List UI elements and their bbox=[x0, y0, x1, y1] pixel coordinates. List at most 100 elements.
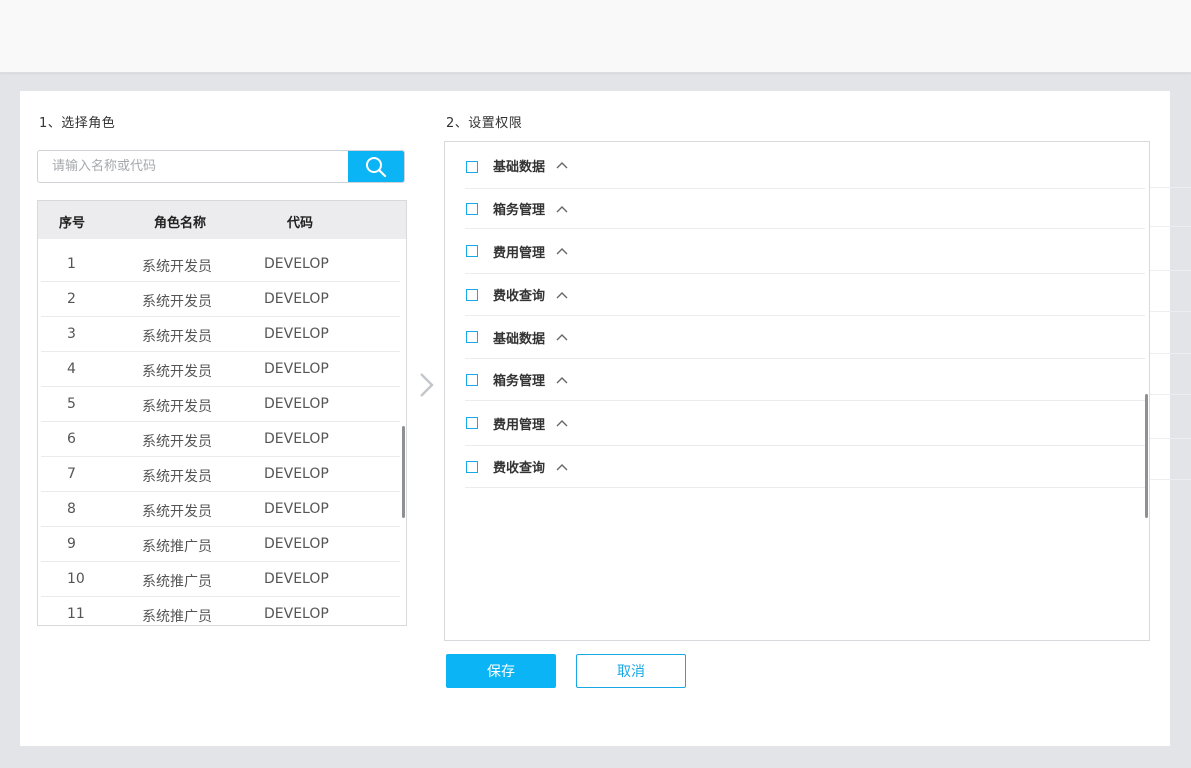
cancel-button[interactable]: 取消 bbox=[576, 654, 686, 688]
role-permission-card: 1、选择角色 序号 角色名称 代码 1 系统开发员 DEVELOP 2 系统开发员 DEV… bbox=[20, 91, 1170, 746]
header-role-name: 角色名称 bbox=[154, 216, 207, 231]
chevron-up-icon[interactable] bbox=[555, 332, 569, 342]
row-code: DEVELOP bbox=[264, 396, 329, 412]
row-code: DEVELOP bbox=[264, 466, 329, 482]
row-role-name: 系统推广员 bbox=[142, 574, 212, 590]
permission-label: 费用管理 bbox=[493, 245, 546, 261]
chevron-up-icon[interactable] bbox=[555, 418, 569, 428]
row-no: 5 bbox=[67, 396, 76, 412]
checkbox-icon[interactable] bbox=[466, 288, 478, 301]
row-divider-extension bbox=[1150, 353, 1191, 354]
table-row[interactable]: 4 系统开发员 DEVELOP bbox=[41, 352, 400, 387]
permission-item: 箱务管理 bbox=[465, 359, 1145, 401]
permission-item: 基础数据 bbox=[465, 316, 1145, 359]
row-divider-extension bbox=[1150, 479, 1191, 480]
row-code: DEVELOP bbox=[264, 536, 329, 552]
row-no: 2 bbox=[67, 291, 76, 307]
permission-label: 箱务管理 bbox=[493, 374, 546, 389]
row-code: DEVELOP bbox=[264, 606, 329, 622]
row-code: DEVELOP bbox=[264, 361, 329, 377]
permission-list: 基础数据 箱务管理 费用管理 费收查询 基础数据 箱务管理 费用管理 费收查询 bbox=[465, 142, 1145, 488]
table-row[interactable]: 9 系统推广员 DEVELOP bbox=[41, 527, 400, 562]
checkbox-icon[interactable] bbox=[466, 202, 478, 215]
row-role-name: 系统开发员 bbox=[142, 469, 212, 485]
row-divider-extension bbox=[1150, 187, 1191, 188]
row-divider-extension bbox=[1150, 226, 1191, 227]
table-row[interactable]: 11 系统推广员 DEVELOP bbox=[41, 597, 400, 625]
row-code: DEVELOP bbox=[264, 571, 329, 587]
row-no: 11 bbox=[67, 606, 85, 622]
permission-label: 费收查询 bbox=[493, 289, 546, 304]
checkbox-icon[interactable] bbox=[466, 417, 478, 429]
permission-item: 箱务管理 bbox=[465, 189, 1145, 229]
table-row[interactable]: 10 系统推广员 DEVELOP bbox=[41, 562, 400, 597]
permission-item: 费收查询 bbox=[465, 274, 1145, 316]
chevron-up-icon[interactable] bbox=[555, 462, 569, 472]
row-divider-extension bbox=[1150, 270, 1191, 271]
checkbox-icon[interactable] bbox=[466, 373, 478, 386]
row-no: 8 bbox=[67, 501, 76, 517]
chevron-right-icon[interactable] bbox=[417, 371, 437, 399]
select-role-title: 1、选择角色 bbox=[39, 116, 116, 131]
top-header-bar bbox=[0, 0, 1191, 73]
permission-panel: 基础数据 箱务管理 费用管理 费收查询 基础数据 箱务管理 费用管理 费收查询 bbox=[444, 141, 1150, 641]
row-role-name: 系统开发员 bbox=[142, 399, 212, 415]
permission-item: 费用管理 bbox=[465, 401, 1145, 446]
checkbox-icon[interactable] bbox=[466, 460, 478, 473]
row-code: DEVELOP bbox=[264, 431, 329, 447]
row-role-name: 系统开发员 bbox=[142, 364, 212, 380]
row-no: 1 bbox=[67, 256, 76, 272]
checkbox-icon[interactable] bbox=[466, 161, 478, 173]
chevron-up-icon[interactable] bbox=[555, 204, 569, 214]
table-row[interactable]: 2 系统开发员 DEVELOP bbox=[41, 282, 400, 317]
search-button[interactable] bbox=[348, 151, 404, 182]
permission-scrollbar[interactable] bbox=[1145, 394, 1148, 518]
save-button[interactable]: 保存 bbox=[446, 654, 556, 688]
table-row[interactable]: 3 系统开发员 DEVELOP bbox=[41, 317, 400, 352]
row-role-name: 系统开发员 bbox=[142, 434, 212, 450]
row-divider-extension bbox=[1150, 394, 1191, 395]
role-search-input[interactable] bbox=[38, 151, 350, 182]
chevron-up-icon[interactable] bbox=[555, 246, 569, 256]
row-role-name: 系统开发员 bbox=[142, 329, 212, 345]
permission-label: 基础数据 bbox=[493, 159, 546, 175]
row-no: 7 bbox=[67, 466, 76, 482]
table-row[interactable]: 6 系统开发员 DEVELOP bbox=[41, 422, 400, 457]
chevron-up-icon[interactable] bbox=[555, 290, 569, 300]
role-table-body: 1 系统开发员 DEVELOP 2 系统开发员 DEVELOP 3 系统开发员 DEVELOP 4… bbox=[38, 239, 406, 625]
permission-item: 费收查询 bbox=[465, 446, 1145, 488]
permission-label: 费用管理 bbox=[493, 417, 546, 433]
row-role-name: 系统推广员 bbox=[142, 609, 212, 625]
row-role-name: 系统开发员 bbox=[142, 294, 212, 310]
row-no: 3 bbox=[67, 326, 76, 342]
permission-label: 基础数据 bbox=[493, 331, 546, 347]
chevron-up-icon[interactable] bbox=[555, 375, 569, 385]
table-row[interactable]: 8 系统开发员 DEVELOP bbox=[41, 492, 400, 527]
set-permission-title: 2、设置权限 bbox=[446, 116, 523, 131]
checkbox-icon[interactable] bbox=[466, 331, 478, 343]
checkbox-icon[interactable] bbox=[466, 245, 478, 257]
role-table-scrollbar[interactable] bbox=[402, 426, 405, 518]
role-table: 序号 角色名称 代码 1 系统开发员 DEVELOP 2 系统开发员 DEVELOP 3 系统… bbox=[37, 200, 407, 626]
row-code: DEVELOP bbox=[264, 326, 329, 342]
row-no: 4 bbox=[67, 361, 76, 377]
table-row[interactable]: 7 系统开发员 DEVELOP bbox=[41, 457, 400, 492]
row-role-name: 系统推广员 bbox=[142, 539, 212, 555]
permission-label: 费收查询 bbox=[493, 461, 546, 476]
row-no: 6 bbox=[67, 431, 76, 447]
table-row[interactable]: 1 系统开发员 DEVELOP bbox=[41, 247, 400, 282]
row-role-name: 系统开发员 bbox=[142, 504, 212, 520]
header-no: 序号 bbox=[59, 216, 86, 231]
permission-scroll-track bbox=[1142, 142, 1148, 624]
role-search-box bbox=[37, 150, 405, 183]
row-no: 9 bbox=[67, 536, 76, 552]
search-icon bbox=[366, 156, 387, 177]
chevron-up-icon[interactable] bbox=[555, 160, 569, 170]
row-role-name: 系统开发员 bbox=[142, 259, 212, 275]
permission-label: 箱务管理 bbox=[493, 203, 546, 218]
row-no: 10 bbox=[67, 571, 85, 587]
permission-item: 基础数据 bbox=[465, 142, 1145, 189]
table-row[interactable]: 5 系统开发员 DEVELOP bbox=[41, 387, 400, 422]
row-code: DEVELOP bbox=[264, 291, 329, 307]
row-code: DEVELOP bbox=[264, 501, 329, 517]
